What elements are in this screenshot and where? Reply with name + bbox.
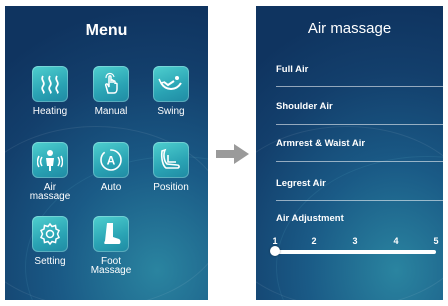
foot-icon [93, 216, 129, 252]
menu-label-auto: Auto [100, 182, 122, 193]
menu-label-foot-massage: Foot Massage [90, 256, 132, 276]
gear-icon [32, 216, 68, 252]
svg-text:A: A [107, 154, 116, 168]
menu-item-auto[interactable]: A Auto [81, 142, 141, 193]
menu-label-manual: Manual [94, 106, 128, 117]
heating-icon [32, 66, 68, 102]
divider [276, 200, 443, 201]
menu-label-swing: Swing [157, 106, 185, 117]
menu-label-setting: Setting [34, 256, 66, 267]
menu-label-air-massage: Air massage [29, 182, 71, 202]
divider [276, 86, 443, 87]
slider-thumb[interactable] [270, 246, 280, 256]
air-massage-icon [32, 142, 68, 178]
legrest-air-option[interactable]: Legrest Air [276, 178, 443, 189]
scale-label-1: 1 [272, 236, 278, 246]
air-massage-panel: Air massage Full Air Shoulder Air Armres… [256, 6, 443, 300]
position-icon [153, 142, 189, 178]
air-adjustment-label: Air Adjustment [276, 213, 344, 224]
scale-label-2: 2 [311, 236, 317, 246]
air-massage-title: Air massage [307, 20, 392, 37]
menu-item-air-massage[interactable]: Air massage [20, 142, 80, 202]
scale-label-3: 3 [352, 236, 358, 246]
menu-item-manual[interactable]: Manual [81, 66, 141, 117]
shoulder-air-option[interactable]: Shoulder Air [276, 101, 443, 112]
right-arrow-icon [216, 144, 249, 164]
divider [276, 124, 443, 125]
menu-item-position[interactable]: Position [141, 142, 201, 193]
full-air-option[interactable]: Full Air [276, 64, 443, 75]
menu-item-swing[interactable]: Swing [141, 66, 201, 117]
air-adjustment-slider[interactable] [272, 250, 436, 254]
menu-title: Menu [85, 22, 128, 39]
menu-panel: Menu Heating Manual Swing Air massage A … [5, 6, 208, 300]
menu-label-heating: Heating [32, 106, 68, 117]
swing-icon [153, 66, 189, 102]
hand-icon [93, 66, 129, 102]
auto-icon: A [93, 142, 129, 178]
menu-item-setting[interactable]: Setting [20, 216, 80, 267]
armrest-waist-air-option[interactable]: Armrest & Waist Air [276, 138, 443, 149]
menu-label-position: Position [153, 182, 189, 193]
scale-label-5: 5 [433, 236, 439, 246]
menu-item-foot-massage[interactable]: Foot Massage [81, 216, 141, 276]
divider [276, 161, 443, 162]
menu-item-heating[interactable]: Heating [20, 66, 80, 117]
scale-label-4: 4 [393, 236, 399, 246]
